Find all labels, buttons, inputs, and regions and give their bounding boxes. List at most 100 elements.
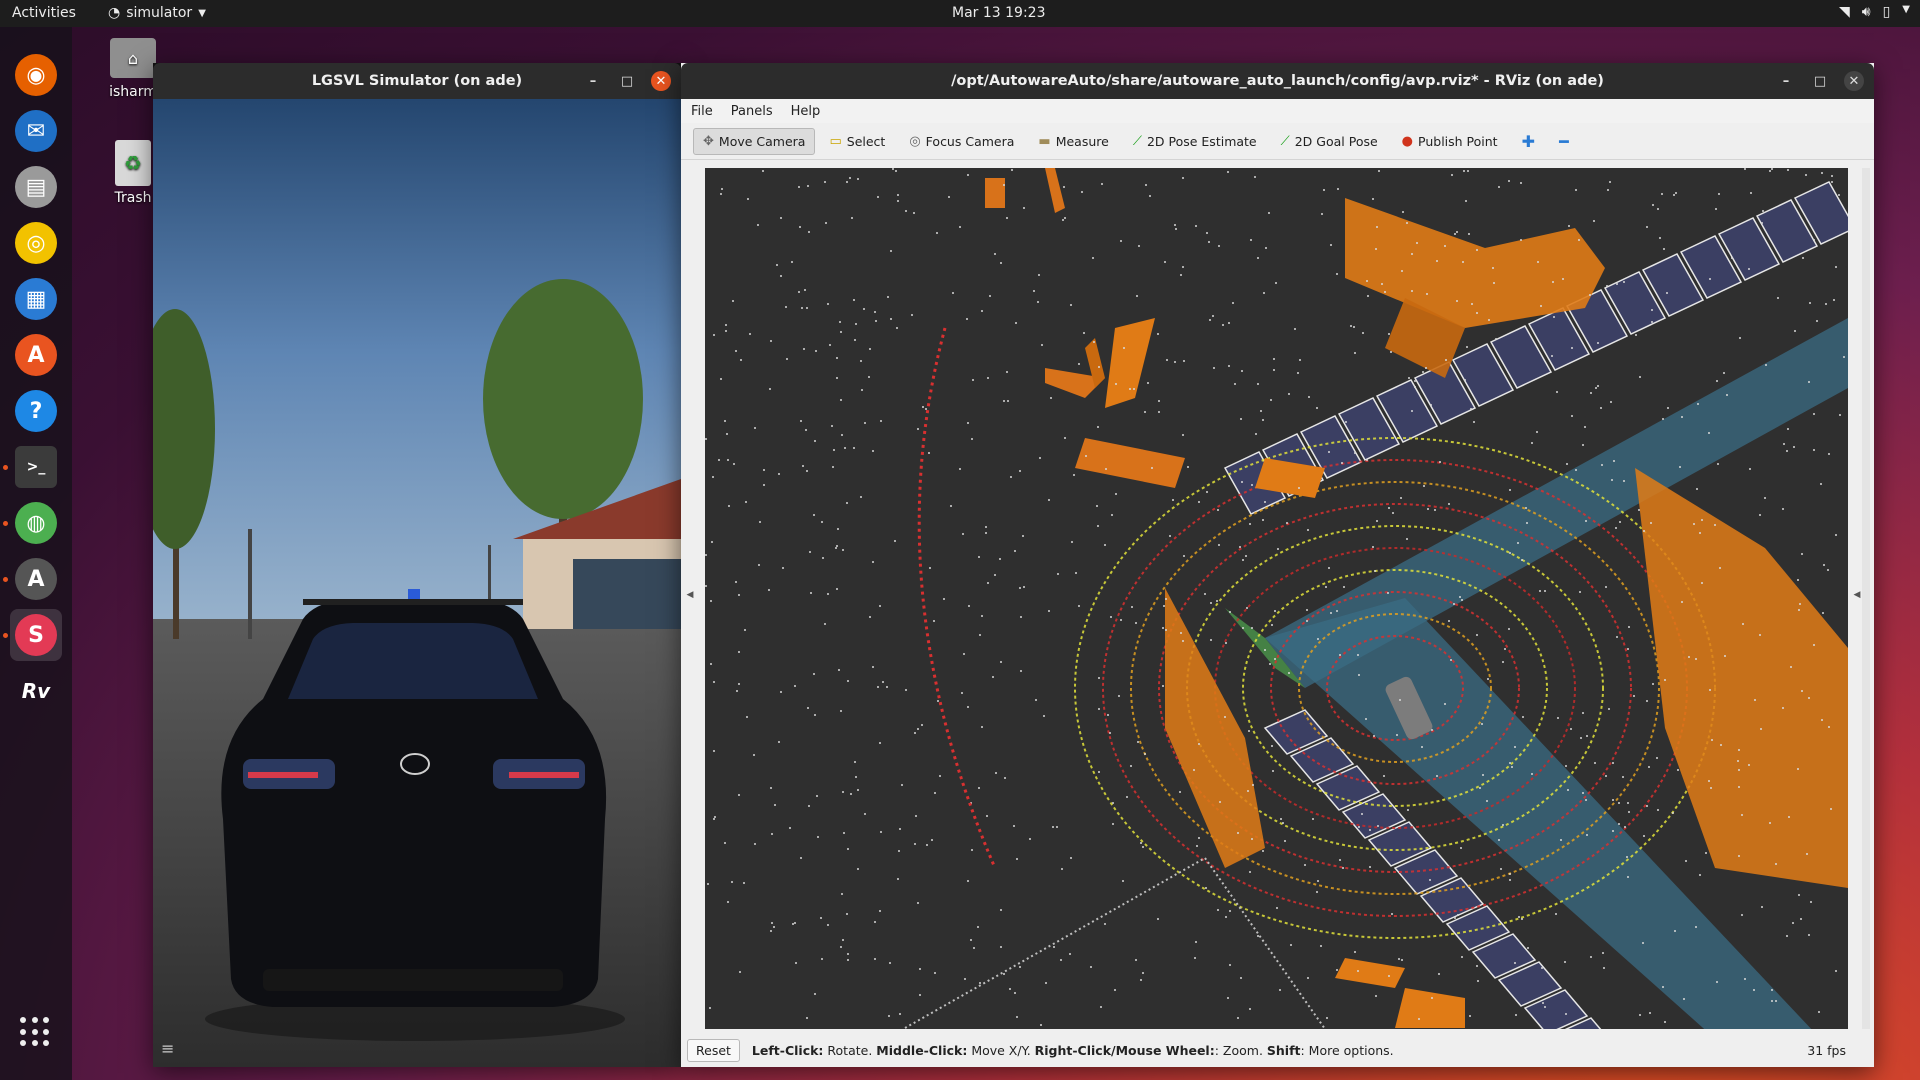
- help-desc: Move X/Y.: [967, 1042, 1035, 1058]
- thunderbird-launcher[interactable]: ✉: [10, 105, 62, 157]
- libreoffice-writer-icon: ▦: [15, 278, 57, 320]
- tool-label: 2D Pose Estimate: [1146, 133, 1257, 149]
- help-desc: : Zoom.: [1214, 1042, 1267, 1058]
- rhythmbox-launcher[interactable]: ◎: [10, 217, 62, 269]
- lgsvl-title: LGSVL Simulator (on ade): [311, 73, 523, 89]
- help-desc: Rotate.: [823, 1042, 877, 1058]
- dock: ◉ ✉ ▤ ◎ ▦ A? >_ ◍ A S Rv: [0, 27, 72, 1080]
- simulator-launcher[interactable]: S: [10, 609, 62, 661]
- tool-2d-pose-estimate-icon: ⟋: [1132, 133, 1142, 149]
- tool-move-camera[interactable]: ✥ Move Camera: [693, 127, 816, 155]
- rhythmbox-icon: ◎: [15, 222, 57, 264]
- right-panel-collapse-icon[interactable]: ◀: [1852, 160, 1862, 1030]
- right-scrollbar[interactable]: [1862, 168, 1870, 1029]
- hamburger-icon[interactable]: ≡: [161, 1039, 174, 1058]
- tool-label: Focus Camera: [925, 133, 1015, 149]
- tool-2d-goal-pose-icon: ⟋: [1280, 133, 1290, 149]
- curb-line: [904, 857, 1206, 1029]
- rviz-icon: Rv: [21, 679, 51, 703]
- rviz-title: /opt/AutowareAuto/share/autoware_auto_la…: [951, 73, 1604, 89]
- rviz-titlebar[interactable]: /opt/AutowareAuto/share/autoware_auto_la…: [681, 63, 1874, 99]
- wifi-icon: ◥: [1838, 4, 1850, 20]
- chevron-down-icon: ▼: [198, 7, 206, 19]
- tool-label: Publish Point: [1418, 133, 1498, 149]
- chevron-down-icon: ▼: [1902, 4, 1910, 15]
- firefox-icon: ◉: [15, 54, 57, 96]
- lgsvl-titlebar[interactable]: LGSVL Simulator (on ade) – □ ✕: [153, 63, 681, 99]
- help-key: Left-Click:: [751, 1042, 824, 1058]
- tool-focus-camera[interactable]: ◎ Focus Camera: [899, 128, 1024, 155]
- tool-label: Select: [846, 133, 886, 149]
- maximize-button[interactable]: □: [1810, 71, 1830, 91]
- software-center-launcher[interactable]: A: [10, 329, 62, 381]
- trash-icon: ♻: [115, 140, 151, 186]
- reset-button[interactable]: Reset: [687, 1038, 740, 1062]
- software-updater-launcher[interactable]: A: [10, 553, 62, 605]
- simulator-viewport[interactable]: ≡: [153, 99, 681, 1067]
- menu-help[interactable]: Help: [791, 104, 821, 119]
- running-indicator: [3, 521, 8, 526]
- help-key: Right-Click/Mouse Wheel:: [1034, 1042, 1215, 1058]
- close-button[interactable]: ✕: [1844, 71, 1864, 91]
- lgsvl-window: LGSVL Simulator (on ade) – □ ✕ ≡: [153, 63, 681, 1067]
- scene-drawing: [153, 279, 681, 1041]
- home-folder-icon: ⌂: [110, 38, 156, 78]
- libreoffice-writer-launcher[interactable]: ▦: [10, 273, 62, 325]
- add-tool-icon[interactable]: ✚: [1512, 126, 1545, 157]
- tool-move-camera-icon: ✥: [703, 133, 714, 149]
- firefox-launcher[interactable]: ◉: [10, 49, 62, 101]
- left-panel-collapse-icon[interactable]: ◀: [685, 160, 695, 1030]
- simulator-small-icon: ◔: [108, 5, 121, 21]
- activities-button[interactable]: Activities: [12, 5, 76, 21]
- tool-2d-goal-pose[interactable]: ⟋ 2D Goal Pose: [1271, 128, 1388, 155]
- menu-bar: File Panels Help: [681, 99, 1874, 123]
- 3d-viewport[interactable]: [705, 168, 1848, 1029]
- minimize-button[interactable]: –: [583, 71, 603, 91]
- clock[interactable]: Mar 13 19:23: [952, 5, 1045, 21]
- viewport-container: ◀ ◀: [681, 160, 1874, 1030]
- minimize-button[interactable]: –: [1776, 71, 1796, 91]
- chrome-icon: ◍: [15, 502, 57, 544]
- maximize-button[interactable]: □: [617, 71, 637, 91]
- app-menu[interactable]: ◔ simulator ▼: [108, 5, 206, 21]
- tool-select[interactable]: ▭ Select: [819, 128, 895, 155]
- top-bar: Activities ◔ simulator ▼ Mar 13 19:23 ◥ …: [0, 0, 1920, 27]
- terminal-launcher[interactable]: >_: [10, 441, 62, 493]
- simulator-icon: S: [15, 614, 57, 656]
- tool-2d-pose-estimate[interactable]: ⟋ 2D Pose Estimate: [1123, 128, 1267, 155]
- tool-measure[interactable]: ▬ Measure: [1028, 128, 1118, 155]
- show-applications-icon[interactable]: [20, 1017, 50, 1047]
- chrome-launcher[interactable]: ◍: [10, 497, 62, 549]
- close-button[interactable]: ✕: [651, 71, 671, 91]
- tool-label: Measure: [1055, 133, 1109, 149]
- lamp-post: [248, 529, 252, 639]
- help-desc: : More options.: [1300, 1042, 1394, 1058]
- tree-left: [153, 309, 215, 639]
- tool-label: Move Camera: [718, 133, 806, 149]
- mouse-help-text: Left-Click: Rotate. Middle-Click: Move X…: [752, 1043, 1394, 1058]
- tool-publish-point[interactable]: ● Publish Point: [1392, 128, 1508, 155]
- files-launcher[interactable]: ▤: [10, 161, 62, 213]
- fps-counter: 31 fps: [1807, 1043, 1846, 1058]
- software-center-icon: A: [15, 334, 57, 376]
- pointcloud-render: [705, 168, 1848, 1029]
- system-tray[interactable]: ◥ 🔊︎ ▯ ▼: [1839, 4, 1910, 20]
- files-icon: ▤: [15, 166, 57, 208]
- status-bar: Reset Left-Click: Rotate. Middle-Click: …: [681, 1033, 1874, 1067]
- thunderbird-icon: ✉: [15, 110, 57, 152]
- running-indicator: [3, 465, 8, 470]
- menu-file[interactable]: File: [691, 104, 713, 119]
- remove-tool-icon[interactable]: ━: [1549, 126, 1579, 157]
- tool-publish-point-icon: ●: [1401, 133, 1414, 149]
- tool-select-icon: ▭: [829, 133, 842, 149]
- tool-focus-camera-icon: ◎: [909, 133, 921, 149]
- menu-panels[interactable]: Panels: [731, 104, 773, 119]
- software-updater-icon: A: [15, 558, 57, 600]
- help-launcher[interactable]: ?: [10, 385, 62, 437]
- battery-icon: ▯: [1882, 4, 1891, 20]
- help-icon: ?: [15, 390, 57, 432]
- tool-label: 2D Goal Pose: [1294, 133, 1378, 149]
- running-indicator: [3, 633, 8, 638]
- rviz-launcher[interactable]: Rv: [10, 665, 62, 717]
- help-key: Middle-Click:: [876, 1042, 968, 1058]
